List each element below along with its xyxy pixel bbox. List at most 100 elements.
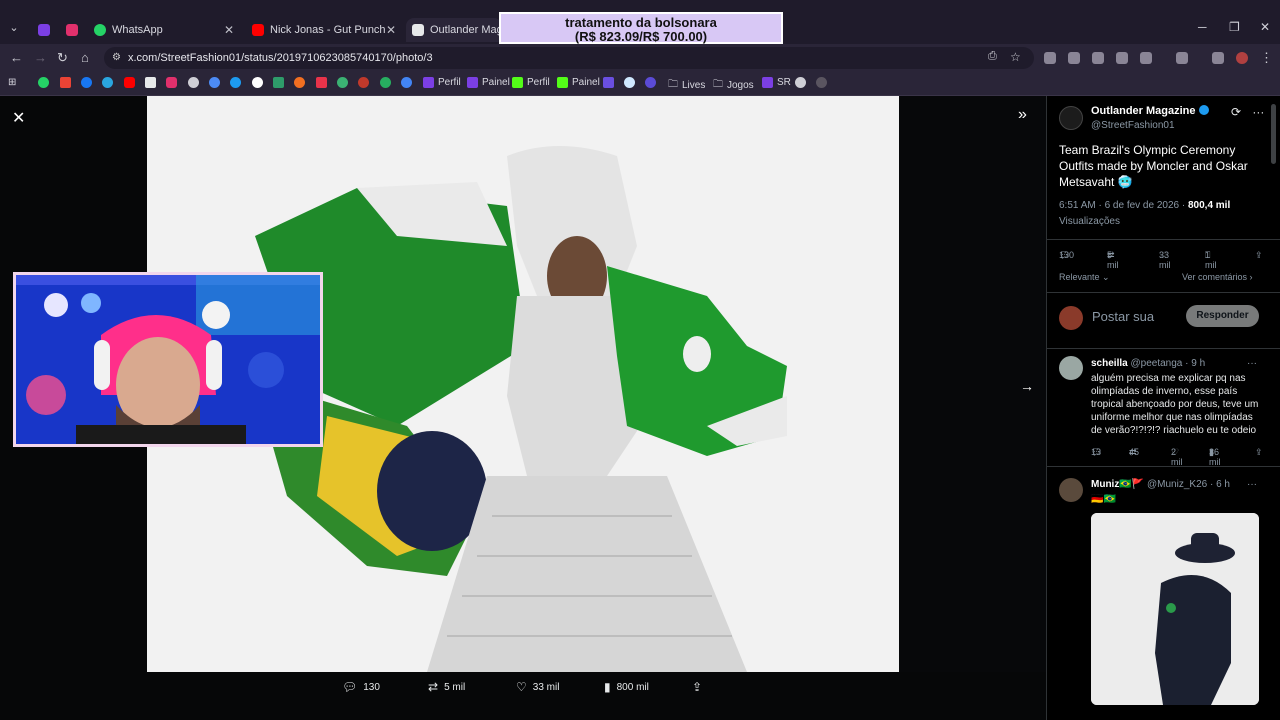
sort-dropdown[interactable]: Relevante ⌄ — [1059, 272, 1110, 283]
share-action[interactable]: ⇪ — [692, 680, 708, 694]
share-icon[interactable]: ⇪ — [1255, 250, 1263, 261]
bookmark-painel-kick[interactable]: Painel — [557, 77, 600, 88]
tab-outlander[interactable]: Outlander Magazine — [406, 18, 502, 42]
bookmark-perfil-twitch[interactable]: Perfil — [423, 77, 461, 88]
divider — [1047, 292, 1280, 293]
see-comments-label: Ver comentários — [1182, 272, 1248, 282]
repost-count: 5 mil — [1107, 250, 1119, 270]
apps-grid-icon[interactable]: ⊞ — [8, 77, 16, 88]
bookmark-icon-x[interactable] — [145, 77, 160, 88]
bookmark-icon-youtube[interactable] — [124, 77, 139, 88]
bookmark-icon-generic[interactable] — [188, 77, 203, 88]
side-panel-icon[interactable] — [1176, 52, 1188, 64]
see-comments-link[interactable]: Ver comentários › — [1182, 272, 1253, 282]
tab-search-menu-icon[interactable]: ⌄ — [6, 20, 22, 36]
more-options-icon[interactable]: ··· — [1247, 479, 1257, 490]
extension-icon[interactable] — [1068, 52, 1080, 64]
forward-icon[interactable]: → — [34, 50, 47, 65]
profile-avatar-icon[interactable] — [1236, 52, 1248, 64]
reply-action[interactable]: 💬︎ 130 — [342, 680, 380, 694]
close-window-icon[interactable]: ✕ — [1260, 20, 1270, 34]
bookmark-painel-twitch[interactable]: Painel — [467, 77, 510, 88]
verified-badge-icon — [1198, 105, 1209, 115]
tab-pinned-1[interactable] — [32, 18, 54, 42]
reply-button[interactable]: Responder — [1186, 305, 1259, 327]
more-options-icon[interactable]: ··· — [1252, 105, 1264, 119]
comment-image[interactable] — [1091, 513, 1259, 705]
close-icon[interactable]: ✕ — [12, 108, 25, 128]
bookmark-icon-generic[interactable] — [645, 77, 660, 88]
comment-handle[interactable]: @peetanga · 9 h — [1130, 358, 1205, 369]
extension-icon[interactable] — [1092, 52, 1104, 64]
author-handle[interactable]: @StreetFashion01 — [1091, 120, 1175, 131]
close-tab-icon[interactable]: ✕ — [386, 23, 396, 37]
bookmark-icon-generic[interactable] — [230, 77, 245, 88]
bookmark-icon-generic[interactable] — [816, 77, 831, 88]
views-action[interactable]: ▮ 800 mil — [604, 680, 649, 694]
bookmark-icon-whatsapp[interactable] — [38, 77, 53, 88]
bookmark-icon-generic[interactable] — [209, 77, 224, 88]
bookmark-icon-telegram[interactable] — [102, 77, 117, 88]
tab-whatsapp[interactable]: WhatsApp ✕ — [88, 18, 240, 42]
extensions-puzzle-icon[interactable] — [1140, 52, 1152, 64]
bookmark-folder-jogos[interactable]: 🗀 Jogos — [713, 77, 754, 94]
like-count: 33 mil — [532, 681, 560, 693]
more-options-icon[interactable]: ··· — [1247, 358, 1257, 369]
reload-icon[interactable]: ↻ — [57, 50, 68, 66]
comment-author[interactable]: scheilla — [1091, 358, 1128, 369]
reply-input[interactable]: Postar sua — [1092, 309, 1154, 324]
timestamp-text[interactable]: 6:51 AM · 6 de fev de 2026 · — [1059, 200, 1185, 211]
extension-icon[interactable] — [1044, 52, 1056, 64]
author-avatar[interactable] — [1059, 106, 1083, 130]
bookmark-icon-generic[interactable] — [603, 77, 618, 88]
media-controls-icon[interactable] — [1212, 52, 1224, 64]
share-icon[interactable]: ⇪ — [1255, 447, 1263, 458]
site-info-icon[interactable]: ⚙ — [112, 52, 124, 64]
address-bar[interactable]: ⚙ x.com/StreetFashion01/status/201971062… — [104, 47, 1034, 69]
install-app-icon[interactable]: ⎙ — [988, 50, 997, 63]
bookmark-icon-generic[interactable] — [273, 77, 288, 88]
bookmark-icon-generic[interactable] — [380, 77, 395, 88]
author-name[interactable]: Outlander Magazine — [1091, 105, 1209, 117]
back-icon[interactable]: ← — [10, 50, 23, 65]
grok-icon[interactable]: ⟳ — [1231, 105, 1241, 119]
home-icon[interactable]: ⌂ — [81, 50, 89, 65]
my-avatar — [1059, 306, 1083, 330]
bookmark-icon-generic[interactable] — [624, 77, 639, 88]
bookmark-icon-generic[interactable] — [358, 77, 373, 88]
comment-avatar[interactable] — [1059, 478, 1083, 502]
bookmark-icon-generic[interactable] — [294, 77, 309, 88]
minimize-icon[interactable]: ─ — [1198, 20, 1207, 34]
extension-icon[interactable] — [1116, 52, 1128, 64]
tab-youtube[interactable]: Nick Jonas - Gut Punch - YouTube ✕ — [246, 18, 402, 42]
comment-handle[interactable]: @Muniz_K26 · 6 h — [1147, 479, 1230, 490]
comment-author[interactable]: Muniz🇧🇷🚩 — [1091, 479, 1144, 490]
bookmark-folder-lives[interactable]: 🗀 Lives — [668, 77, 705, 94]
sort-label: Relevante — [1059, 272, 1100, 282]
browser-menu-icon[interactable]: ⋮ — [1260, 50, 1273, 66]
bookmark-perfil-kick[interactable]: Perfil — [512, 77, 550, 88]
bookmark-icon-generic[interactable] — [795, 77, 810, 88]
like-action[interactable]: ♡ 33 mil — [516, 680, 559, 694]
tab-pinned-2[interactable] — [60, 18, 82, 42]
view-count: 800 mil — [616, 681, 649, 693]
comment-avatar[interactable] — [1059, 356, 1083, 380]
close-tab-icon[interactable]: ✕ — [224, 23, 234, 37]
bookmark-icon-generic[interactable] — [401, 77, 416, 88]
next-image-icon[interactable]: → — [1020, 378, 1034, 394]
sidebar-scrollbar[interactable] — [1271, 104, 1276, 164]
bookmark-icon-instagram[interactable] — [166, 77, 181, 88]
expand-sidebar-icon[interactable]: » — [1018, 106, 1027, 124]
bookmark-star-icon[interactable]: ☆ — [1010, 50, 1021, 64]
bookmark-label: Perfil — [438, 77, 461, 88]
like-count: 2 mil — [1171, 447, 1183, 467]
analytics-icon: ▮ — [604, 680, 611, 694]
bookmark-sr[interactable]: SR — [762, 77, 791, 88]
maximize-icon[interactable]: ❐ — [1229, 20, 1240, 34]
bookmark-icon-facebook[interactable] — [81, 77, 96, 88]
bookmark-icon-generic[interactable] — [252, 77, 267, 88]
bookmark-icon-generic[interactable] — [316, 77, 331, 88]
repost-action[interactable]: ⇄ 5 mil — [428, 680, 465, 694]
bookmark-icon-generic[interactable] — [337, 77, 352, 88]
bookmark-icon-gmail[interactable] — [60, 77, 75, 88]
